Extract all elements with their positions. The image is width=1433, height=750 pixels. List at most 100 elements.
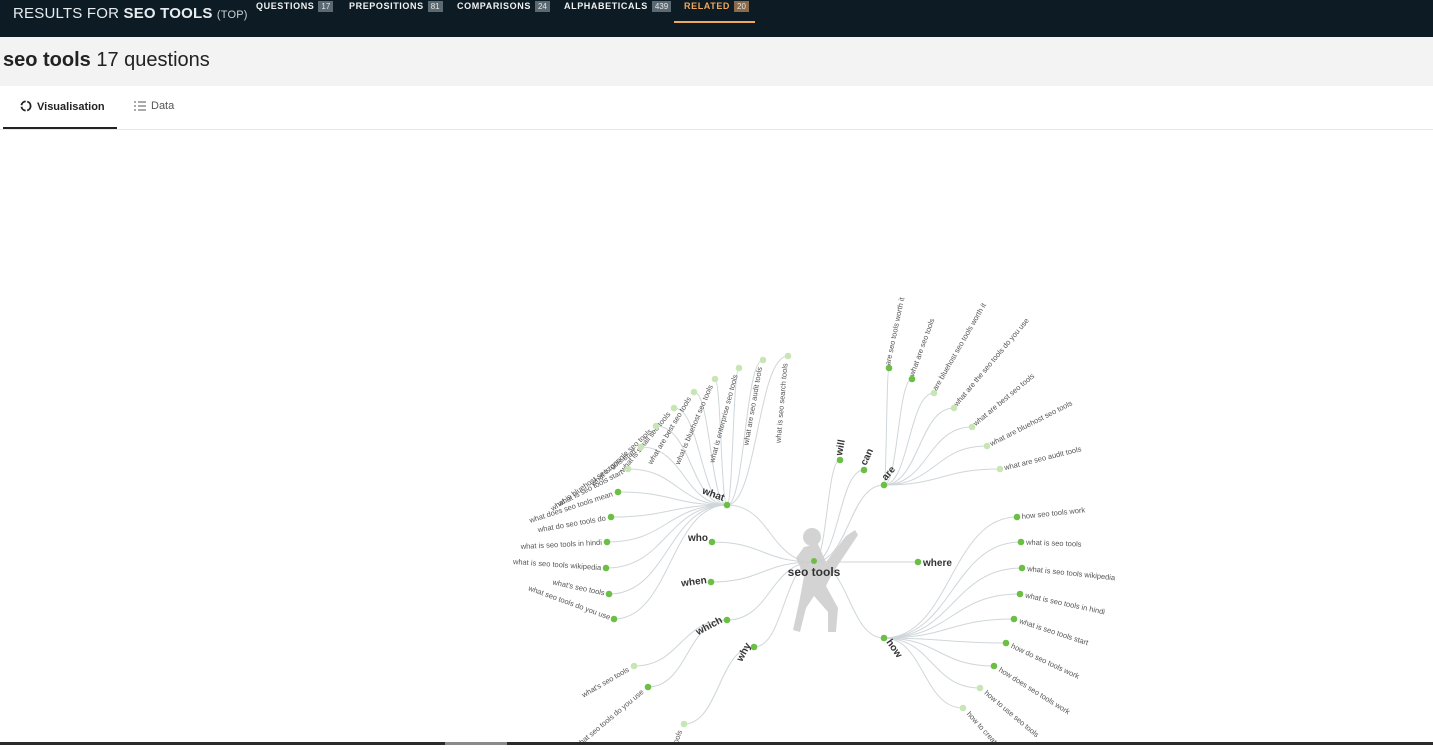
seeker-figure-icon xyxy=(793,528,858,632)
child-node[interactable] xyxy=(602,564,610,572)
branch-node-are[interactable] xyxy=(880,481,888,489)
child-label[interactable]: how do seo tools work xyxy=(1010,641,1081,681)
link-how-child xyxy=(883,593,1021,639)
active-nav-underline xyxy=(674,21,755,23)
nav-count-badge: 17 xyxy=(318,1,334,12)
question-wheel-graph: seo tools what is seo search tools what ar… xyxy=(512,296,1117,750)
branch-node-when[interactable] xyxy=(707,578,715,586)
child-node[interactable] xyxy=(759,356,767,364)
child-label[interactable]: what is seo tools xyxy=(1025,538,1082,549)
child-node[interactable] xyxy=(784,352,792,360)
child-node[interactable] xyxy=(690,388,698,396)
child-node[interactable] xyxy=(644,683,652,691)
tab-data-label: Data xyxy=(151,100,175,112)
child-node[interactable] xyxy=(624,465,632,473)
child-node[interactable] xyxy=(1016,590,1024,598)
list-icon xyxy=(134,101,146,111)
branch-node-who[interactable] xyxy=(708,538,716,546)
nav-count-badge: 81 xyxy=(427,1,443,12)
branch-node-can[interactable] xyxy=(860,466,868,474)
nav-label: ALPHABETICALS xyxy=(564,1,648,11)
child-node[interactable] xyxy=(607,513,615,521)
child-node[interactable] xyxy=(630,662,638,670)
child-node[interactable] xyxy=(652,422,660,430)
link-what-child xyxy=(605,504,728,569)
child-label[interactable]: what are seo audit tools xyxy=(1002,444,1082,472)
child-node[interactable] xyxy=(735,364,743,372)
nav-comparisons[interactable]: COMPARISONS 24 xyxy=(457,1,550,12)
child-label[interactable]: what is seo tools start xyxy=(1017,616,1090,647)
center-node[interactable] xyxy=(811,558,817,564)
child-node[interactable] xyxy=(610,615,618,623)
nav-prepositions[interactable]: PREPOSITIONS 81 xyxy=(349,1,443,12)
nav-questions[interactable]: QUESTIONS 17 xyxy=(256,1,334,12)
child-label[interactable]: what is seo tools wikipedia xyxy=(1026,564,1117,582)
child-label[interactable]: what are seo audit tools xyxy=(741,366,764,447)
circle-loader-icon xyxy=(20,100,32,112)
nav-count-badge: 439 xyxy=(651,1,672,12)
child-node[interactable] xyxy=(996,465,1004,473)
child-node[interactable] xyxy=(603,538,611,546)
child-node[interactable] xyxy=(976,684,984,692)
branch-label-can[interactable]: can xyxy=(859,447,876,467)
nav-count-badge: 20 xyxy=(734,1,749,12)
branch-label-when[interactable]: when xyxy=(680,575,708,590)
child-label[interactable]: what is seo tools wikipedia xyxy=(512,557,603,572)
child-label[interactable]: what's seo tools xyxy=(579,665,631,700)
branch-label-which[interactable]: which xyxy=(693,615,724,638)
tab-data[interactable]: Data xyxy=(134,100,174,112)
branch-node-how[interactable] xyxy=(880,634,888,642)
view-tabs: Visualisation Data xyxy=(0,86,1433,130)
graph-nodes: seo tools what is seo search tools what ar… xyxy=(512,296,1117,750)
child-node[interactable] xyxy=(1018,564,1026,572)
child-node[interactable] xyxy=(680,720,688,728)
child-node[interactable] xyxy=(959,704,967,712)
child-label[interactable]: what is seo tools in hindi xyxy=(1023,590,1106,616)
nav-count-badge: 24 xyxy=(534,1,550,12)
child-label[interactable]: what is seo search tools xyxy=(774,363,790,445)
child-node[interactable] xyxy=(637,443,645,451)
child-node[interactable] xyxy=(1002,639,1010,647)
results-scope: (TOP) xyxy=(216,9,248,21)
link-are xyxy=(813,484,885,563)
child-node[interactable] xyxy=(670,404,678,412)
page-title-keyword: seo tools xyxy=(3,49,91,71)
nav-label: QUESTIONS xyxy=(256,1,315,11)
center-label[interactable]: seo tools xyxy=(788,565,841,579)
tab-visualisation-label: Visualisation xyxy=(37,101,105,113)
child-label[interactable]: what is seo tools in hindi xyxy=(519,538,602,551)
branch-node-will[interactable] xyxy=(836,456,844,464)
child-label[interactable]: how to create xyxy=(965,710,1002,749)
nav-label: RELATED xyxy=(684,1,731,11)
tab-visualisation[interactable]: Visualisation xyxy=(20,100,105,113)
page-title: seo tools 17 questions xyxy=(3,49,210,72)
child-node[interactable] xyxy=(605,590,613,598)
nav-alphabeticals[interactable]: ALPHABETICALS 439 xyxy=(564,1,672,12)
nav-label: COMPARISONS xyxy=(457,1,531,11)
page-title-count: 17 questions xyxy=(96,49,210,71)
child-node[interactable] xyxy=(1013,513,1021,521)
branch-node-which[interactable] xyxy=(723,616,731,624)
child-node[interactable] xyxy=(711,375,719,383)
branch-label-are[interactable]: are xyxy=(880,464,898,483)
results-title: RESULTS FOR SEO TOOLS (TOP) xyxy=(13,5,248,22)
subheader: seo tools 17 questions xyxy=(0,37,1433,87)
branch-label-who[interactable]: who xyxy=(687,533,708,544)
branch-label-why[interactable]: why xyxy=(734,641,754,665)
branch-node-what[interactable] xyxy=(723,501,731,509)
child-node[interactable] xyxy=(990,662,998,670)
nav-related[interactable]: RELATED 20 xyxy=(684,1,749,12)
child-label[interactable]: are seo tools worth it xyxy=(883,296,906,366)
branch-label-will[interactable]: will xyxy=(834,439,848,458)
nav-label: PREPOSITIONS xyxy=(349,1,424,11)
child-node[interactable] xyxy=(1017,538,1025,546)
link-how-child xyxy=(883,541,1022,639)
child-node[interactable] xyxy=(614,488,622,496)
branch-node-where[interactable] xyxy=(914,558,922,566)
child-label[interactable]: how seo tools work xyxy=(1021,505,1086,521)
results-prefix: RESULTS FOR xyxy=(13,5,120,22)
branch-label-where[interactable]: where xyxy=(922,558,952,569)
top-header: RESULTS FOR SEO TOOLS (TOP) QUESTIONS 17 … xyxy=(0,0,1433,37)
child-label[interactable]: what are seo tools xyxy=(907,317,937,378)
child-node[interactable] xyxy=(1010,615,1018,623)
